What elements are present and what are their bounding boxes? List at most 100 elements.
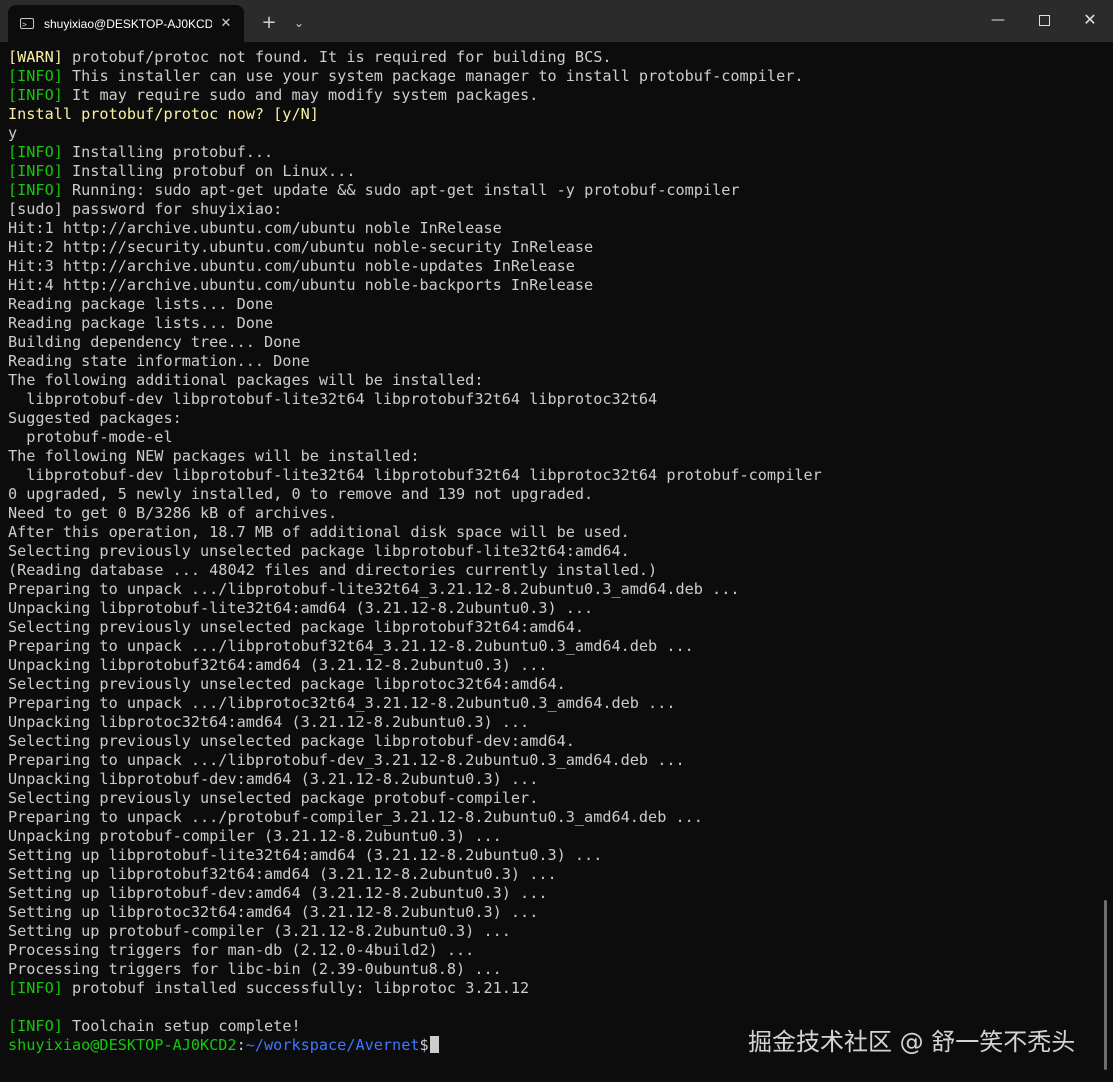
line-text: This installer can use your system packa… <box>62 67 804 85</box>
warn-tag: [WARN] <box>8 48 63 66</box>
info-tag: [INFO] <box>8 1017 63 1035</box>
tab-close-icon[interactable]: ✕ <box>218 16 234 31</box>
line-text: Selecting previously unselected package … <box>8 542 630 560</box>
line-text: Reading state information... Done <box>8 352 310 370</box>
terminal-line: Selecting previously unselected package … <box>8 732 1098 751</box>
line-text: After this operation, 18.7 MB of additio… <box>8 523 630 541</box>
terminal-line: Preparing to unpack .../libprotoc32t64_3… <box>8 694 1098 713</box>
terminal-line: Hit:2 http://security.ubuntu.com/ubuntu … <box>8 238 1098 257</box>
line-text: Preparing to unpack .../libprotoc32t64_3… <box>8 694 676 712</box>
tab-title: shuyixiao@DESKTOP-AJ0KCD2: ~ <box>44 16 212 31</box>
line-text: Hit:1 http://archive.ubuntu.com/ubuntu n… <box>8 219 502 237</box>
line-text: Unpacking libprotobuf-dev:amd64 (3.21.12… <box>8 770 539 788</box>
prompt-path: ~/workspace/Avernet <box>245 1036 420 1054</box>
terminal-line: Hit:4 http://archive.ubuntu.com/ubuntu n… <box>8 276 1098 295</box>
line-text: The following NEW packages will be insta… <box>8 447 420 465</box>
terminal-line: [INFO] This installer can use your syste… <box>8 67 1098 86</box>
cursor <box>429 1036 439 1053</box>
scrollbar[interactable] <box>1104 900 1107 1070</box>
line-text: Preparing to unpack .../libprotobuf-lite… <box>8 580 740 598</box>
terminal-line: [INFO] protobuf installed successfully: … <box>8 979 1098 998</box>
terminal-line: Processing triggers for man-db (2.12.0-4… <box>8 941 1098 960</box>
terminal-line: Setting up libprotoc32t64:amd64 (3.21.12… <box>8 903 1098 922</box>
terminal-line: [INFO] Installing protobuf... <box>8 143 1098 162</box>
line-text: (Reading database ... 48042 files and di… <box>8 561 658 579</box>
terminal-output[interactable]: [WARN] protobuf/protoc not found. It is … <box>8 48 1098 1055</box>
tab-terminal[interactable]: >_ shuyixiao@DESKTOP-AJ0KCD2: ~ ✕ <box>8 5 244 42</box>
terminal-line: (Reading database ... 48042 files and di… <box>8 561 1098 580</box>
terminal-line: Selecting previously unselected package … <box>8 789 1098 808</box>
terminal-line: libprotobuf-dev libprotobuf-lite32t64 li… <box>8 466 1098 485</box>
minimize-button[interactable]: — <box>975 0 1021 40</box>
prompt-separator: : <box>236 1036 246 1054</box>
watermark-text: 掘金技术社区 @ 舒一笑不秃头 <box>748 1028 1076 1056</box>
terminal-line: Building dependency tree... Done <box>8 333 1098 352</box>
terminal-line: Processing triggers for libc-bin (2.39-0… <box>8 960 1098 979</box>
new-tab-button[interactable]: + <box>258 12 280 34</box>
terminal-line: Setting up libprotobuf-dev:amd64 (3.21.1… <box>8 884 1098 903</box>
line-text: Suggested packages: <box>8 409 182 427</box>
line-text: Setting up libprotobuf32t64:amd64 (3.21.… <box>8 865 557 883</box>
prompt-question: Install protobuf/protoc now? [y/N] <box>8 105 319 123</box>
terminal-line: Hit:1 http://archive.ubuntu.com/ubuntu n… <box>8 219 1098 238</box>
line-text: y <box>8 124 18 142</box>
terminal-line: After this operation, 18.7 MB of additio… <box>8 523 1098 542</box>
line-text: Preparing to unpack .../libprotobuf-dev_… <box>8 751 685 769</box>
terminal-line: Unpacking libprotobuf-lite32t64:amd64 (3… <box>8 599 1098 618</box>
terminal-line: Unpacking protobuf-compiler (3.21.12-8.2… <box>8 827 1098 846</box>
terminal-line: Unpacking libprotoc32t64:amd64 (3.21.12-… <box>8 713 1098 732</box>
maximize-icon <box>1038 15 1050 26</box>
line-text: It may require sudo and may modify syste… <box>62 86 539 104</box>
terminal-line: Reading state information... Done <box>8 352 1098 371</box>
maximize-button[interactable] <box>1021 0 1067 40</box>
line-text: Selecting previously unselected package … <box>8 732 575 750</box>
terminal-line: Preparing to unpack .../libprotobuf32t64… <box>8 637 1098 656</box>
line-text: Unpacking protobuf-compiler (3.21.12-8.2… <box>8 827 502 845</box>
line-text: Unpacking libprotobuf32t64:amd64 (3.21.1… <box>8 656 548 674</box>
line-text: Setting up libprotobuf-dev:amd64 (3.21.1… <box>8 884 548 902</box>
terminal-line: libprotobuf-dev libprotobuf-lite32t64 li… <box>8 390 1098 409</box>
terminal-line: Setting up libprotobuf-lite32t64:amd64 (… <box>8 846 1098 865</box>
terminal-line: Preparing to unpack .../libprotobuf-lite… <box>8 580 1098 599</box>
line-text: protobuf-mode-el <box>8 428 173 446</box>
terminal-line: Setting up protobuf-compiler (3.21.12-8.… <box>8 922 1098 941</box>
terminal-line: Preparing to unpack .../libprotobuf-dev_… <box>8 751 1098 770</box>
close-button[interactable]: ✕ <box>1067 0 1113 40</box>
terminal-line: Need to get 0 B/3286 kB of archives. <box>8 504 1098 523</box>
info-tag: [INFO] <box>8 979 63 997</box>
terminal-line: Hit:3 http://archive.ubuntu.com/ubuntu n… <box>8 257 1098 276</box>
terminal-line: y <box>8 124 1098 143</box>
line-text: Setting up protobuf-compiler (3.21.12-8.… <box>8 922 511 940</box>
info-tag: [INFO] <box>8 162 63 180</box>
terminal-line: protobuf-mode-el <box>8 428 1098 447</box>
line-text: Toolchain setup complete! <box>62 1017 301 1035</box>
line-text: Hit:4 http://archive.ubuntu.com/ubuntu n… <box>8 276 594 294</box>
line-text: 0 upgraded, 5 newly installed, 0 to remo… <box>8 485 594 503</box>
line-text: libprotobuf-dev libprotobuf-lite32t64 li… <box>8 390 658 408</box>
line-text: Running: sudo apt-get update && sudo apt… <box>62 181 740 199</box>
line-text: Processing triggers for libc-bin (2.39-0… <box>8 960 502 978</box>
terminal-line: Install protobuf/protoc now? [y/N] <box>8 105 1098 124</box>
chevron-down-icon[interactable]: ⌄ <box>288 12 310 34</box>
line-text: Processing triggers for man-db (2.12.0-4… <box>8 941 475 959</box>
terminal-line: The following additional packages will b… <box>8 371 1098 390</box>
info-tag: [INFO] <box>8 86 63 104</box>
terminal-line: Selecting previously unselected package … <box>8 675 1098 694</box>
line-text: [sudo] password for shuyixiao: <box>8 200 283 218</box>
line-text: Installing protobuf... <box>62 143 274 161</box>
terminal-line: Preparing to unpack .../protobuf-compile… <box>8 808 1098 827</box>
terminal-line: Unpacking libprotobuf-dev:amd64 (3.21.12… <box>8 770 1098 789</box>
line-text: libprotobuf-dev libprotobuf-lite32t64 li… <box>8 466 822 484</box>
line-text: The following additional packages will b… <box>8 371 484 389</box>
line-text: Unpacking libprotoc32t64:amd64 (3.21.12-… <box>8 713 530 731</box>
line-text: Selecting previously unselected package … <box>8 675 566 693</box>
line-text: protobuf installed successfully: libprot… <box>62 979 530 997</box>
line-text: Reading package lists... Done <box>8 295 274 313</box>
line-text: Setting up libprotobuf-lite32t64:amd64 (… <box>8 846 603 864</box>
terminal-line: [INFO] It may require sudo and may modif… <box>8 86 1098 105</box>
terminal-line: Selecting previously unselected package … <box>8 542 1098 561</box>
terminal-line: [INFO] Running: sudo apt-get update && s… <box>8 181 1098 200</box>
line-text: Hit:3 http://archive.ubuntu.com/ubuntu n… <box>8 257 575 275</box>
terminal-line: Selecting previously unselected package … <box>8 618 1098 637</box>
